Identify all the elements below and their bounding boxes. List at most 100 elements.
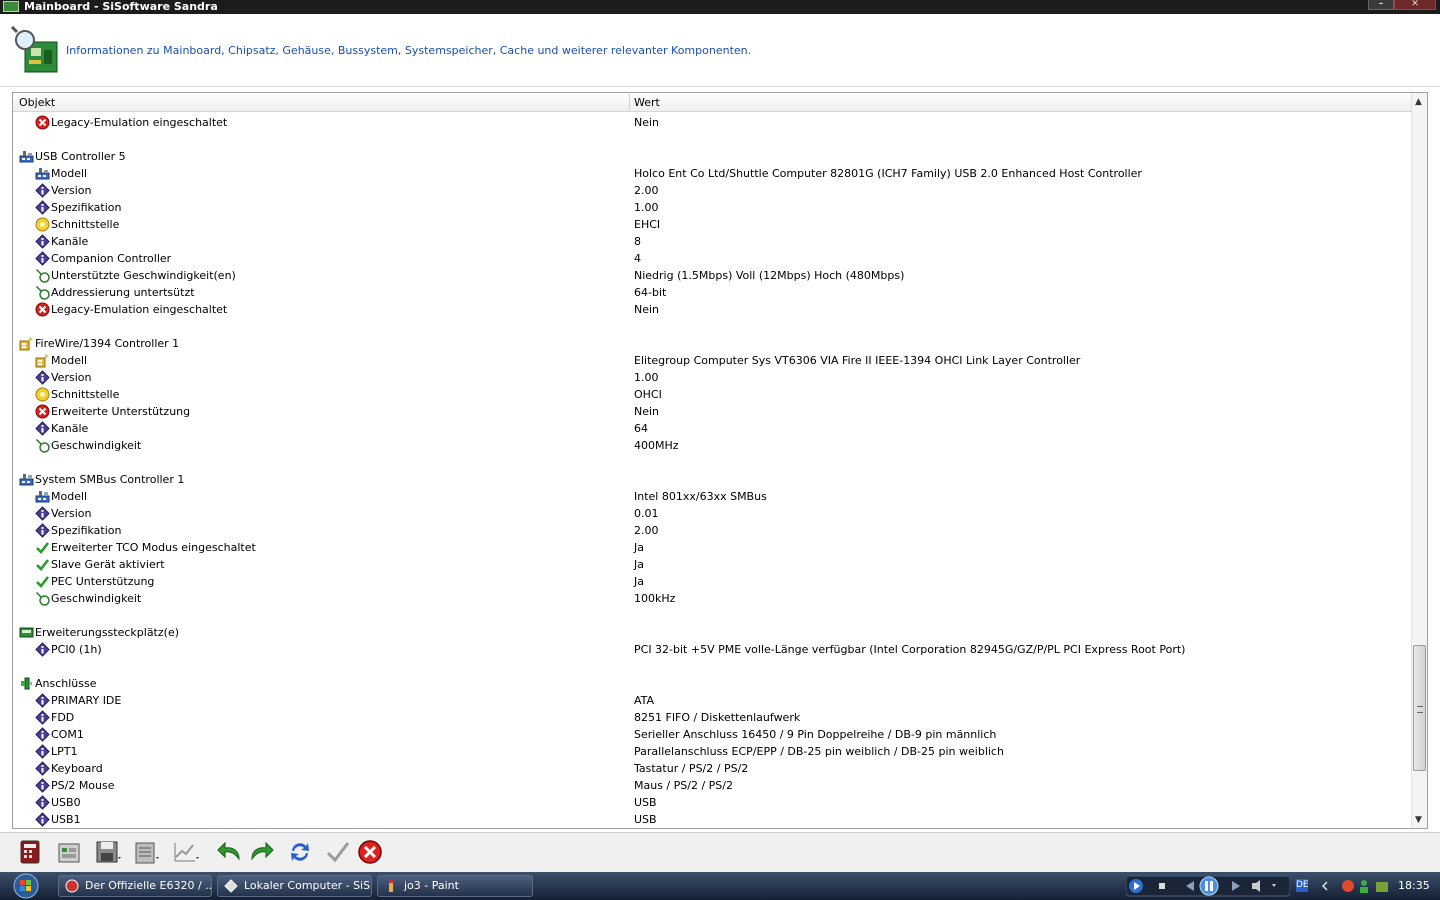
connector-icon [21, 677, 32, 690]
module-header: Informationen zu Mainboard, Chipsatz, Ge… [0, 14, 1440, 87]
scroll-up-arrow-icon[interactable]: ▲ [1415, 97, 1422, 107]
row-value: Nein [634, 303, 660, 316]
row-label: PS/2 Mouse [51, 779, 115, 792]
group-header-row[interactable]: Anschlüsse [13, 675, 1411, 692]
row-value: USB [634, 796, 657, 809]
group-header-row[interactable]: System SMBus Controller 1 [13, 471, 1411, 488]
table-row[interactable]: Modell Holco Ent Co Ltd/Shuttle Computer … [13, 165, 1411, 182]
row-label: Modell [51, 167, 88, 180]
taskbar-item-browser[interactable]: Der Offizielle E6320 / ... [58, 875, 212, 897]
column-header: Objekt Wert [13, 93, 1411, 112]
column-object[interactable]: Objekt [19, 96, 55, 109]
row-value: Tastatur / PS/2 / PS/2 [634, 762, 749, 775]
row-value: 8251 FIFO / Diskettenlaufwerk [634, 711, 801, 724]
table-row[interactable]: Version 0.01 [13, 505, 1411, 522]
group-header-row[interactable]: FireWire/1394 Controller 1 [13, 335, 1411, 352]
options-icon[interactable] [134, 839, 160, 865]
row-value: 400MHz [634, 439, 679, 452]
media-player-controls[interactable] [1126, 875, 1290, 897]
group-header-row[interactable]: USB Controller 5 [13, 148, 1411, 165]
table-row[interactable]: Kanäle 8 [13, 233, 1411, 250]
table-row[interactable]: Version 1.00 [13, 369, 1411, 386]
row-label: System SMBus Controller 1 [35, 473, 185, 486]
row-value: Maus / PS/2 / PS/2 [634, 779, 733, 792]
info-icon [35, 506, 50, 521]
taskbar-item-sandra[interactable]: Lokaler Computer - SiS... [217, 875, 372, 897]
table-row[interactable]: COM1 Serieller Anschluss 16450 / 9 Pin Do… [13, 726, 1411, 743]
table-row[interactable]: Modell Intel 801xx/63xx SMBus [13, 488, 1411, 505]
scroll-down-arrow-icon[interactable]: ▼ [1415, 815, 1422, 825]
mainboard-icon [3, 1, 19, 12]
table-row[interactable]: Companion Controller 4 [13, 250, 1411, 267]
ok-icon[interactable] [325, 839, 351, 865]
row-value: Nein [634, 116, 660, 129]
row-label: Legacy-Emulation eingeschaltet [51, 303, 228, 316]
row-label: Addressierung untertsützt [51, 286, 195, 299]
table-row[interactable]: Geschwindigkeit 400MHz [13, 437, 1411, 454]
table-row[interactable]: USB1 USB [13, 811, 1411, 828]
table-row[interactable]: Spezifikation 1.00 [13, 199, 1411, 216]
forward-icon[interactable] [248, 839, 274, 865]
scrollbar-thumb[interactable] [1413, 645, 1426, 771]
title-bar: Mainboard - SiSoftware Sandra – ✕ [0, 0, 1440, 14]
close-button[interactable]: ✕ [1394, 0, 1436, 10]
table-row[interactable]: PCI0 (1h) PCI 32-bit +5V PME volle-Länge … [13, 641, 1411, 658]
row-label: Schnittstelle [51, 388, 120, 401]
table-row[interactable]: Keyboard Tastatur / PS/2 / PS/2 [13, 760, 1411, 777]
usb-icon [19, 151, 34, 163]
row-value: Nein [634, 405, 660, 418]
row-value: 1.00 [634, 201, 659, 214]
group-header-row[interactable]: Erweiterungssteckplätz(e) [13, 624, 1411, 641]
start-button[interactable] [4, 872, 44, 900]
firewire-icon [35, 354, 49, 368]
row-label: COM1 [51, 728, 84, 741]
row-label: PRIMARY IDE [51, 694, 122, 707]
table-row[interactable]: PEC Unterstützung Ja [13, 573, 1411, 590]
table-row[interactable]: FDD 8251 FIFO / Diskettenlaufwerk [13, 709, 1411, 726]
table-row[interactable]: Geschwindigkeit 100kHz [13, 590, 1411, 607]
table-row[interactable]: USB0 USB [13, 794, 1411, 811]
table-row[interactable]: Slave Gerät aktiviert Ja [13, 556, 1411, 573]
mainboard-magnifier-icon [11, 26, 58, 73]
smbus-icon [35, 491, 50, 503]
table-row[interactable]: Modell Elitegroup Computer Sys VT6306 VIA… [13, 352, 1411, 369]
table-row[interactable]: Version 2.00 [13, 182, 1411, 199]
table-row[interactable]: Addressierung untertsützt 64-bit [13, 284, 1411, 301]
row-label: Erweiterungssteckplätz(e) [35, 626, 179, 639]
table-row[interactable]: Schnittstelle EHCI [13, 216, 1411, 233]
interface-icon [35, 387, 50, 402]
table-row[interactable]: Unterstützte Geschwindigkeit(en) Niedrig … [13, 267, 1411, 284]
taskbar-item-paint[interactable]: jo3 - Paint [377, 875, 533, 897]
save-icon[interactable] [95, 839, 121, 865]
table-row[interactable]: Spezifikation 2.00 [13, 522, 1411, 539]
row-label: Modell [51, 354, 88, 367]
table-row[interactable]: Legacy-Emulation eingeschaltet Nein [13, 114, 1411, 131]
info-icon [35, 727, 50, 742]
refresh-icon[interactable] [287, 839, 313, 865]
row-label: Geschwindigkeit [51, 592, 142, 605]
table-row[interactable]: Erweiterte Unterstützung Nein [13, 403, 1411, 420]
window-title: Mainboard - SiSoftware Sandra [24, 0, 218, 13]
info-icon [35, 200, 50, 215]
column-value[interactable]: Wert [634, 96, 660, 109]
report-icon[interactable] [56, 839, 82, 865]
table-row[interactable]: Schnittstelle OHCI [13, 386, 1411, 403]
tray-icons[interactable] [1316, 879, 1406, 893]
table-row[interactable]: Legacy-Emulation eingeschaltet Nein [13, 301, 1411, 318]
table-row[interactable]: Kanäle 64 [13, 420, 1411, 437]
row-label: FireWire/1394 Controller 1 [35, 337, 180, 350]
speed-icon [35, 285, 50, 300]
table-row[interactable]: PS/2 Mouse Maus / PS/2 / PS/2 [13, 777, 1411, 794]
table-row[interactable]: PRIMARY IDE ATA [13, 692, 1411, 709]
back-icon[interactable] [217, 839, 243, 865]
language-indicator[interactable]: DE [1296, 879, 1309, 892]
table-row[interactable]: Erweiterter TCO Modus eingeschaltet Ja [13, 539, 1411, 556]
minimize-button[interactable]: – [1368, 0, 1394, 10]
vertical-scrollbar[interactable]: ▲ ▼ [1411, 93, 1427, 828]
calculator-icon[interactable] [17, 839, 43, 865]
table-row[interactable]: LPT1 Parallelanschluss ECP/EPP / DB-25 pi… [13, 743, 1411, 760]
column-divider[interactable] [629, 94, 630, 110]
info-icon [35, 761, 50, 776]
chart-icon[interactable] [173, 839, 199, 865]
cancel-icon[interactable] [357, 839, 383, 865]
